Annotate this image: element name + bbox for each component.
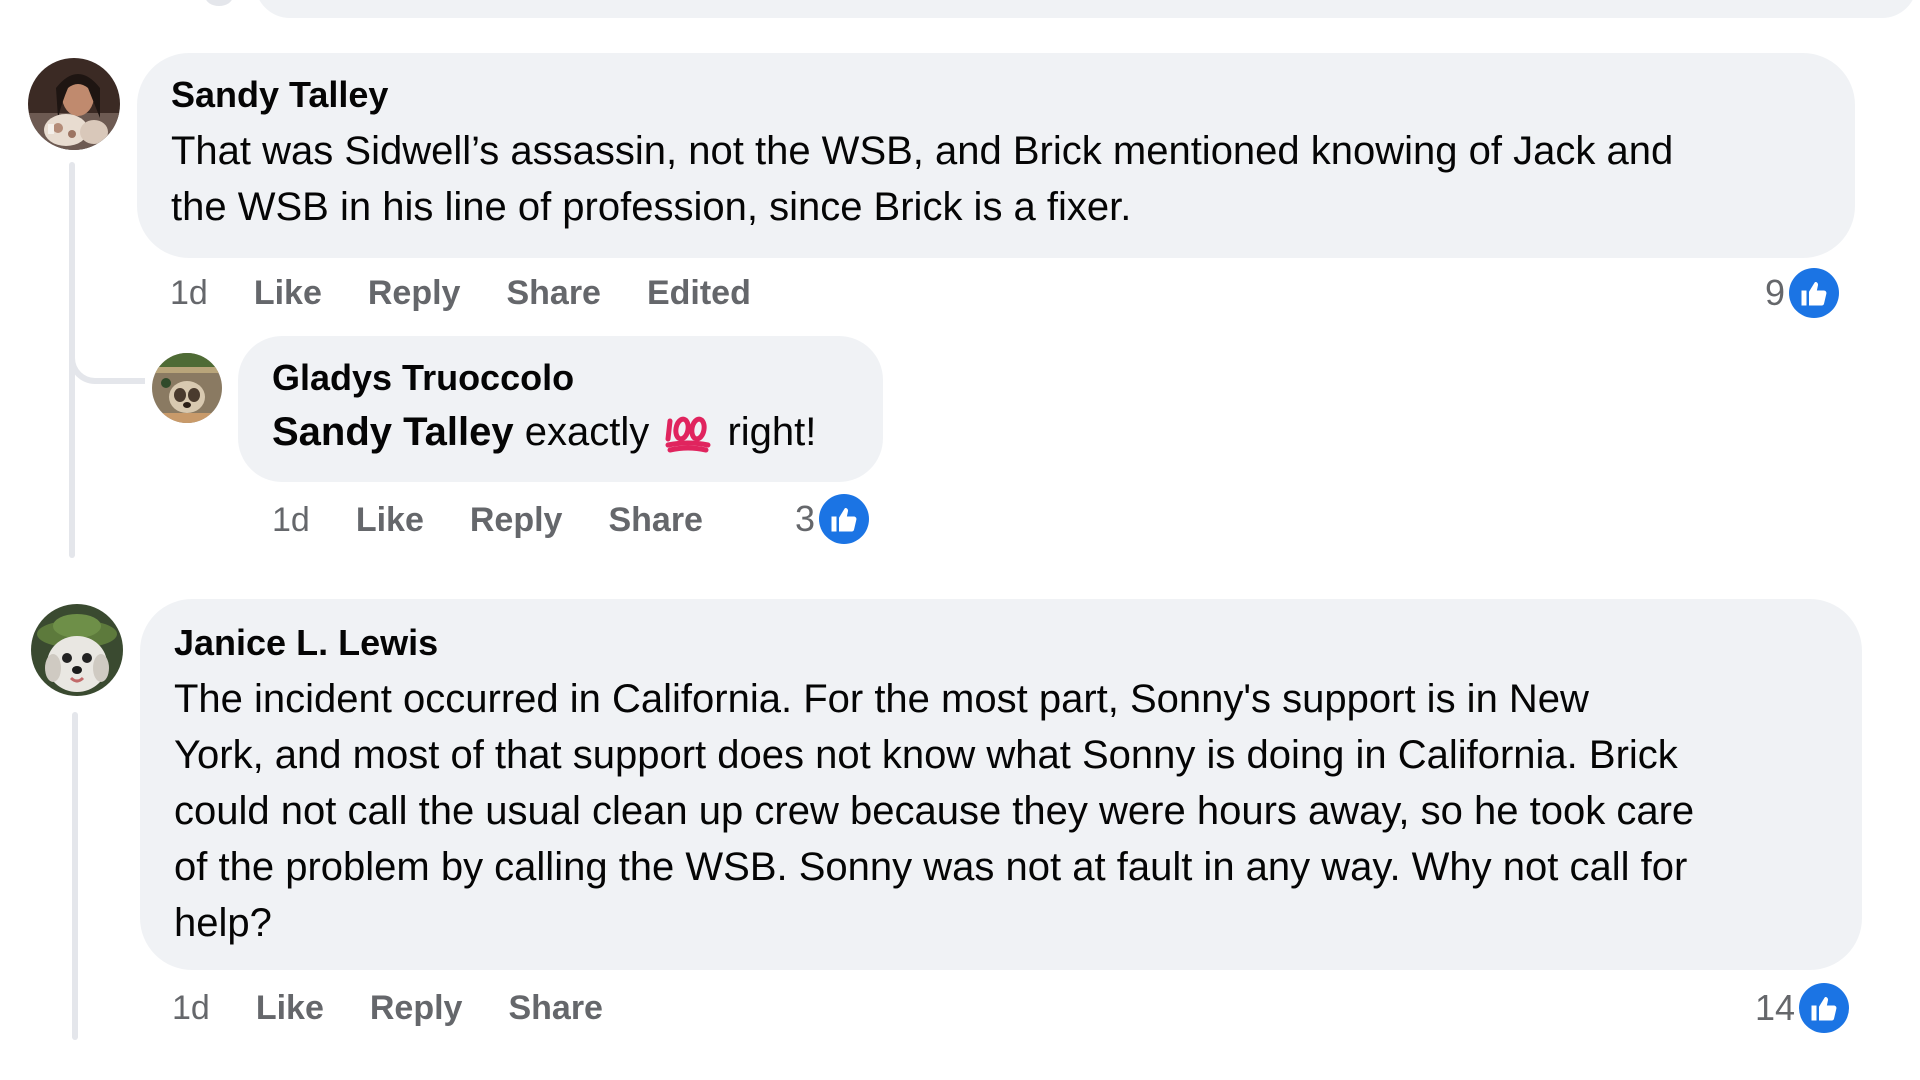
share-button[interactable]: Share: [508, 989, 603, 1028]
comment-author[interactable]: Janice L. Lewis: [174, 623, 1828, 663]
comment-text-line: York, and most of that support does not …: [174, 733, 1678, 777]
reaction-count: 9: [1765, 272, 1786, 313]
comment-text-line: of the problem by calling the WSB. Sonny…: [174, 845, 1688, 889]
like-button[interactable]: Like: [356, 501, 424, 540]
comment-author[interactable]: Sandy Talley: [171, 75, 1821, 115]
comment-text-fragment: exactly: [524, 410, 650, 454]
thumbs-up-icon: [819, 494, 870, 544]
reaction-summary-gladys-truoccolo[interactable]: 3: [795, 492, 870, 546]
comment-text-line: the WSB in his line of profession, since…: [171, 185, 1132, 229]
comment-actions-sandy-talley: 1d Like Reply Share Edited: [170, 271, 751, 315]
comment-text: Sandy Talley exactly right!: [272, 404, 849, 460]
thread-branch-reply: [69, 330, 145, 384]
comment-bubble-janice-l-lewis: Janice L. Lewis The incident occurred in…: [140, 599, 1862, 970]
previous-comment-avatar-edge: [205, 0, 233, 6]
thread-line-janice: [72, 712, 78, 1040]
comment-timestamp[interactable]: 1d: [272, 501, 310, 540]
share-button[interactable]: Share: [506, 274, 601, 313]
avatar-janice-l-lewis[interactable]: [31, 604, 123, 696]
comment-actions-gladys-truoccolo: 1d Like Reply Share: [272, 498, 703, 542]
comment-text-line: could not call the usual clean up crew b…: [174, 789, 1695, 833]
comment-text-line: The incident occurred in California. For…: [174, 677, 1589, 721]
reaction-summary-sandy-talley[interactable]: 9: [1765, 266, 1840, 320]
like-button[interactable]: Like: [254, 274, 322, 313]
previous-comment-bubble-edge: [255, 0, 1917, 18]
comment-timestamp[interactable]: 1d: [172, 989, 210, 1028]
comment-timestamp[interactable]: 1d: [170, 274, 208, 313]
avatar-sandy-talley[interactable]: [28, 58, 120, 150]
reaction-count: 14: [1755, 987, 1796, 1028]
reaction-count: 3: [795, 498, 816, 539]
comment-author[interactable]: Gladys Truoccolo: [272, 358, 849, 398]
avatar-gladys-truoccolo[interactable]: [152, 353, 222, 423]
like-button[interactable]: Like: [256, 989, 324, 1028]
comment-actions-janice-l-lewis: 1d Like Reply Share: [172, 986, 603, 1030]
comment-bubble-gladys-truoccolo: Gladys Truoccolo Sandy Talley exactly ri…: [238, 336, 883, 482]
avatar-photo: [31, 604, 123, 696]
thumbs-up-icon: [1789, 268, 1840, 318]
comment-text-fragment: right!: [727, 410, 817, 454]
avatar-photo: [152, 353, 222, 423]
avatar-photo: [28, 58, 120, 150]
reaction-summary-janice-l-lewis[interactable]: 14: [1755, 981, 1850, 1035]
mention-link[interactable]: Sandy Talley: [272, 410, 514, 454]
comment-text-line: help?: [174, 901, 272, 945]
share-button[interactable]: Share: [608, 501, 703, 540]
edited-label[interactable]: Edited: [647, 274, 751, 313]
comment-text-line: That was Sidwell’s assassin, not the WSB…: [171, 129, 1674, 173]
reply-button[interactable]: Reply: [370, 989, 463, 1028]
hundred-points-emoji: [665, 416, 711, 453]
comment-bubble-sandy-talley: Sandy Talley That was Sidwell’s assassin…: [137, 53, 1855, 258]
thumbs-up-icon: [1799, 983, 1850, 1033]
reply-button[interactable]: Reply: [470, 501, 563, 540]
reply-button[interactable]: Reply: [368, 274, 461, 313]
